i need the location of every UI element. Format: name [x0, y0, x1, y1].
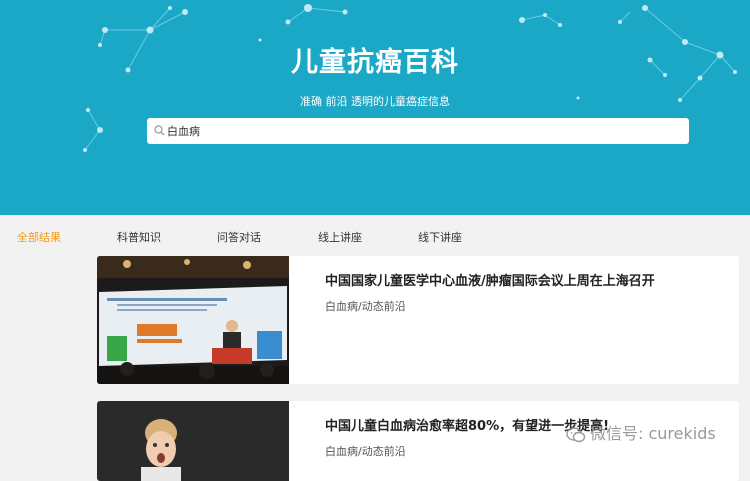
result-category: 白血病/动态前沿 [325, 445, 406, 458]
result-category: 白血病/动态前沿 [325, 300, 406, 313]
search-input[interactable] [167, 121, 677, 141]
site-title: 儿童抗癌百科 [291, 47, 459, 78]
search-icon [154, 125, 165, 136]
child-photo [97, 401, 289, 481]
hero-banner: 儿童抗癌百科 准确 前沿 透明的儿童癌症信息 [0, 0, 750, 215]
result-card[interactable]: 中国国家儿童医学中心血液/肿瘤国际会议上周在上海召开 白血病/动态前沿 [97, 256, 739, 384]
tab-all-results[interactable]: 全部结果 [17, 229, 61, 245]
tab-qa-dialogue[interactable]: 问答对话 [217, 229, 261, 245]
site-subtitle: 准确 前沿 透明的儿童癌症信息 [300, 95, 450, 108]
tab-science-knowledge[interactable]: 科普知识 [117, 229, 161, 245]
tab-offline-lecture[interactable]: 线下讲座 [418, 229, 462, 245]
search-bar[interactable] [147, 118, 689, 144]
watermark-text: 微信号: curekids [590, 424, 716, 443]
result-tabs: 全部结果 科普知识 问答对话 线上讲座 线下讲座 [0, 215, 750, 255]
conference-photo [97, 256, 289, 384]
wechat-watermark: 微信号: curekids [566, 420, 716, 444]
result-title[interactable]: 中国国家儿童医学中心血液/肿瘤国际会议上周在上海召开 [325, 270, 655, 289]
wechat-icon [566, 426, 586, 442]
tab-online-lecture[interactable]: 线上讲座 [318, 229, 362, 245]
